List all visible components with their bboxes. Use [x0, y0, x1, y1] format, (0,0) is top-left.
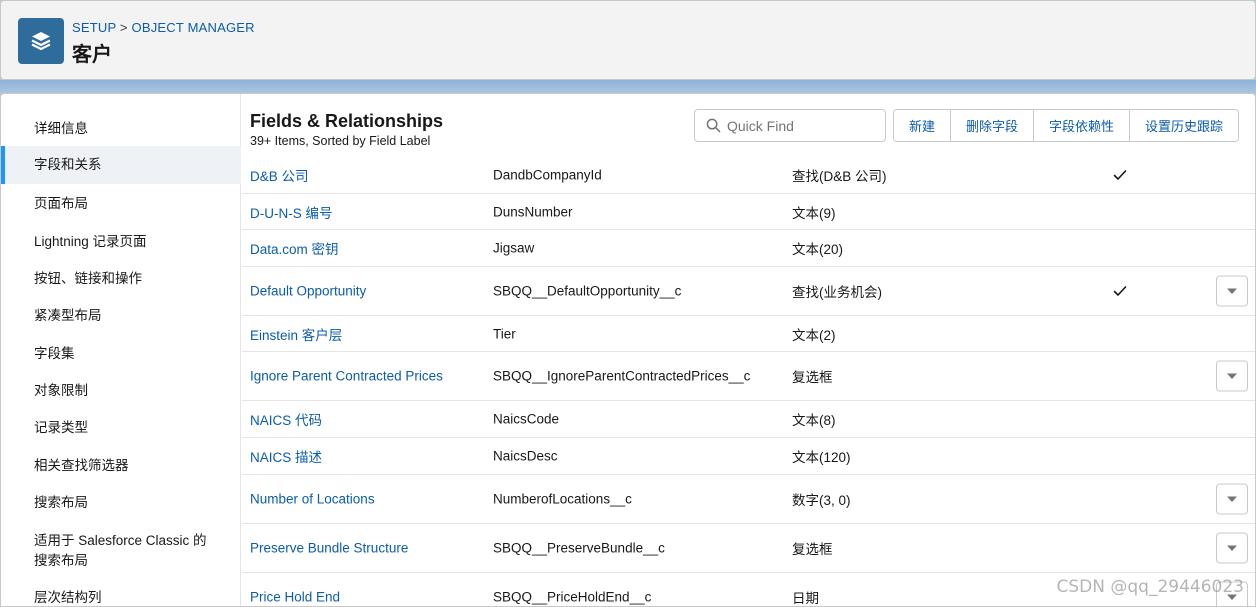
- breadcrumb-setup-link[interactable]: SETUP: [72, 20, 116, 35]
- field-label-link[interactable]: D&B 公司: [250, 165, 309, 185]
- chevron-down-icon: [1227, 373, 1237, 379]
- section-title: Fields & Relationships: [250, 111, 444, 131]
- table-row: NAICS 代码 NaicsCode 文本(8): [242, 401, 1255, 438]
- breadcrumb-separator: >: [119, 20, 128, 35]
- sidebar-item-field-sets[interactable]: 字段集: [1, 344, 241, 364]
- chevron-down-icon: [1227, 496, 1237, 502]
- quick-find-input[interactable]: [727, 117, 877, 134]
- content-panel: 详细信息 字段和关系 页面布局 Lightning 记录页面 按钮、链接和操作 …: [0, 93, 1256, 607]
- field-label-link[interactable]: NAICS 代码: [250, 409, 322, 429]
- row-actions-menu-button[interactable]: [1216, 483, 1248, 515]
- table-row: Data.com 密钥 Jigsaw 文本(20): [242, 230, 1255, 267]
- field-data-type: 文本(9): [792, 205, 836, 221]
- sidebar-item-page-layouts[interactable]: 页面布局: [1, 194, 241, 214]
- sidebar-item-lightning-record-pages[interactable]: Lightning 记录页面: [1, 232, 241, 252]
- field-api-name: SBQQ__PreserveBundle__c: [493, 540, 665, 556]
- field-data-type: 数字(3, 0): [792, 493, 851, 508]
- row-actions-menu-button[interactable]: [1216, 360, 1248, 392]
- sidebar-item-related-lookup-filters[interactable]: 相关查找筛选器: [1, 456, 241, 476]
- search-icon: [706, 118, 721, 133]
- sidebar-item-search-layouts[interactable]: 搜索布局: [1, 493, 241, 513]
- new-field-button[interactable]: 新建: [894, 110, 951, 141]
- field-label-link[interactable]: Price Hold End: [250, 590, 340, 605]
- field-label-link[interactable]: Einstein 客户层: [250, 324, 342, 344]
- sidebar-item-classic-search-layouts[interactable]: 适用于 Salesforce Classic 的搜索布局: [1, 531, 241, 571]
- quick-find-search[interactable]: [694, 109, 886, 142]
- field-label-link[interactable]: D-U-N-S 编号: [250, 202, 333, 222]
- field-label-link[interactable]: Ignore Parent Contracted Prices: [250, 369, 443, 384]
- layers-icon: [18, 18, 64, 64]
- field-data-type: 文本(2): [792, 327, 836, 343]
- sidebar-item-buttons-links-actions[interactable]: 按钮、链接和操作: [1, 269, 241, 289]
- field-api-name: NumberofLocations__c: [493, 491, 632, 507]
- field-api-name: NaicsDesc: [493, 448, 558, 464]
- main-content: Fields & Relationships 39+ Items, Sorted…: [242, 94, 1255, 606]
- field-api-name: Jigsaw: [493, 240, 535, 256]
- field-api-name: DandbCompanyId: [493, 167, 602, 183]
- table-row: Number of Locations NumberofLocations__c…: [242, 475, 1255, 524]
- field-data-type: 查找(业务机会): [792, 285, 882, 300]
- breadcrumb-object-manager-link[interactable]: OBJECT MANAGER: [132, 20, 255, 35]
- field-label-link[interactable]: Number of Locations: [250, 492, 375, 507]
- table-row: Default Opportunity SBQQ__DefaultOpportu…: [242, 267, 1255, 316]
- field-data-type: 复选框: [792, 370, 833, 385]
- table-row: NAICS 描述 NaicsDesc 文本(120): [242, 438, 1255, 475]
- table-row: Ignore Parent Contracted Prices SBQQ__Ig…: [242, 352, 1255, 401]
- field-api-name: Tier: [493, 326, 516, 341]
- sidebar-item-details[interactable]: 详细信息: [1, 119, 241, 139]
- row-actions-menu-button[interactable]: [1216, 532, 1248, 564]
- field-data-type: 文本(120): [792, 450, 851, 465]
- breadcrumb: SETUP > OBJECT MANAGER: [72, 20, 255, 35]
- field-label-link[interactable]: Data.com 密钥: [250, 238, 339, 258]
- sidebar-item-fields-relationships[interactable]: 字段和关系: [1, 146, 241, 184]
- action-button-group: 新建 删除字段 字段依赖性 设置历史跟踪: [893, 109, 1240, 142]
- field-data-type: 日期: [792, 591, 819, 606]
- page-header: SETUP > OBJECT MANAGER 客户: [0, 0, 1256, 80]
- table-row: D&B 公司 DandbCompanyId 查找(D&B 公司): [242, 157, 1255, 194]
- field-label-link[interactable]: Preserve Bundle Structure: [250, 541, 408, 556]
- sidebar-item-compact-layouts[interactable]: 紧凑型布局: [1, 306, 241, 326]
- checkmark-icon: [1113, 169, 1127, 181]
- fields-table: D&B 公司 DandbCompanyId 查找(D&B 公司) D-U-N-S…: [242, 157, 1255, 606]
- field-api-name: SBQQ__DefaultOpportunity__c: [493, 283, 682, 299]
- field-label-link[interactable]: Default Opportunity: [250, 284, 366, 299]
- sidebar: 详细信息 字段和关系 页面布局 Lightning 记录页面 按钮、链接和操作 …: [1, 94, 241, 606]
- field-api-name: SBQQ__IgnoreParentContractedPrices__c: [493, 368, 751, 384]
- field-api-name: NaicsCode: [493, 411, 560, 427]
- row-actions-menu-button[interactable]: [1216, 275, 1248, 307]
- sidebar-item-record-types[interactable]: 记录类型: [1, 418, 241, 438]
- watermark-text: CSDN @qq_29446023: [1056, 577, 1244, 597]
- field-data-type: 文本(8): [792, 413, 836, 428]
- table-row: Preserve Bundle Structure SBQQ__Preserve…: [242, 524, 1255, 573]
- section-subtitle: 39+ Items, Sorted by Field Label: [250, 134, 431, 148]
- chevron-down-icon: [1227, 288, 1237, 294]
- decorative-band: [0, 80, 1256, 94]
- field-data-type: 查找(D&B 公司): [792, 169, 887, 184]
- field-data-type: 复选框: [792, 542, 833, 557]
- sidebar-item-hierarchy-columns[interactable]: 层次结构列: [1, 588, 241, 606]
- field-api-name: SBQQ__PriceHoldEnd__c: [493, 589, 652, 605]
- table-row: D-U-N-S 编号 DunsNumber 文本(9): [242, 194, 1255, 230]
- chevron-down-icon: [1227, 545, 1237, 551]
- checkmark-icon: [1113, 285, 1127, 297]
- delete-fields-button[interactable]: 删除字段: [950, 110, 1034, 141]
- field-api-name: DunsNumber: [493, 204, 573, 219]
- field-label-link[interactable]: NAICS 描述: [250, 446, 322, 466]
- field-data-type: 文本(20): [792, 242, 844, 257]
- page-title: 客户: [72, 44, 112, 66]
- history-tracking-button[interactable]: 设置历史跟踪: [1129, 110, 1239, 141]
- table-row: Einstein 客户层 Tier 文本(2): [242, 316, 1255, 352]
- field-dependencies-button[interactable]: 字段依赖性: [1033, 110, 1130, 141]
- sidebar-item-object-limits[interactable]: 对象限制: [1, 381, 241, 401]
